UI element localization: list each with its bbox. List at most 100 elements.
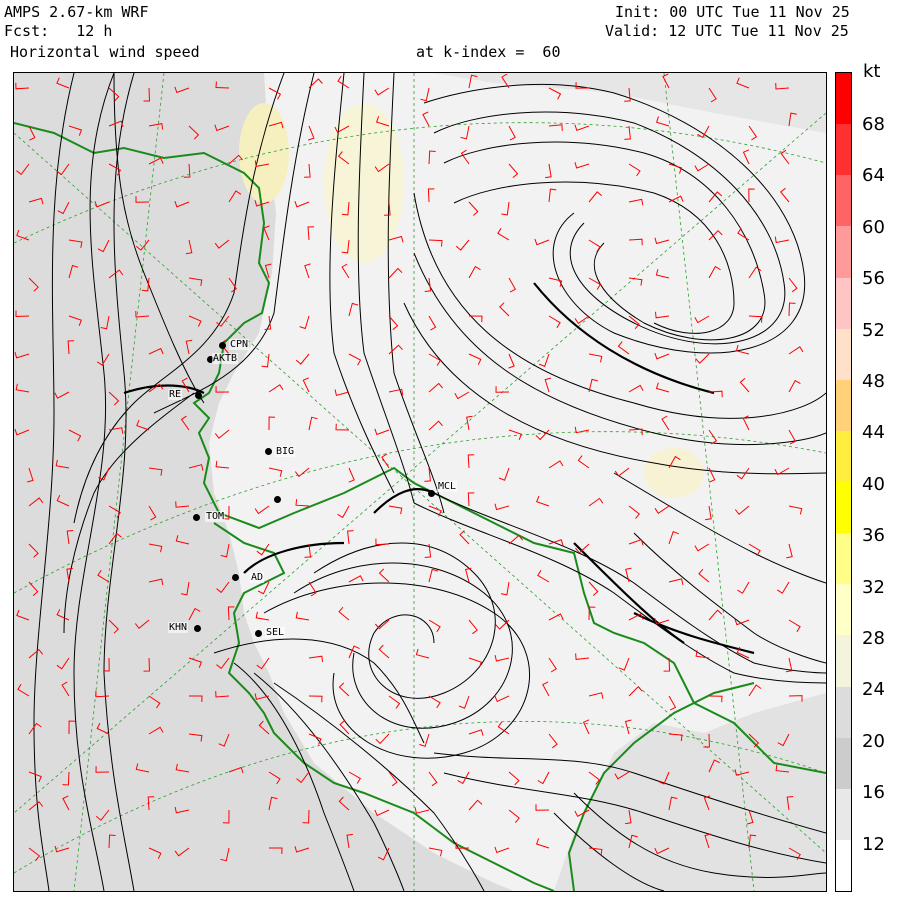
forecast-hours: 12 h	[76, 22, 113, 40]
wind-barb	[624, 125, 631, 140]
valid-label: Valid:	[605, 22, 660, 40]
wind-barb	[655, 116, 670, 127]
wind-barb	[294, 201, 310, 208]
colorbar-segment	[836, 175, 851, 227]
wind-barb	[348, 353, 362, 366]
wind-barb	[348, 645, 360, 659]
colorbar-tick-label: 24	[862, 679, 885, 701]
wind-barb	[508, 771, 520, 786]
wind-barb	[534, 238, 550, 246]
wind-barb	[254, 505, 270, 515]
colorbar-tick-label: 48	[862, 371, 885, 392]
wind-barb	[617, 341, 630, 355]
wind-barb	[535, 804, 550, 811]
colorbar-segment	[836, 430, 851, 482]
wind-barb	[548, 733, 558, 749]
wind-barb	[748, 684, 762, 697]
wind-barb	[498, 467, 510, 481]
wind-barb	[468, 353, 482, 366]
wind-barb	[588, 692, 604, 699]
wind-barb	[428, 315, 437, 331]
wind-barb	[347, 530, 354, 545]
wind-barb	[655, 311, 670, 319]
colorbar-segment	[836, 533, 851, 585]
wind-barb	[428, 382, 443, 393]
wind-barb	[348, 467, 355, 483]
wind-barb	[428, 771, 438, 787]
station-dot	[219, 342, 226, 349]
colorbar	[835, 72, 852, 892]
wind-barb	[574, 315, 590, 325]
wind-barb	[736, 646, 750, 659]
wind-barb	[694, 163, 710, 172]
high-wind-zone	[239, 103, 289, 203]
wind-barb	[494, 503, 510, 511]
wind-barb	[466, 415, 473, 431]
station-label: AKTB	[212, 353, 239, 364]
wind-barb	[535, 838, 550, 849]
colorbar-segment	[836, 839, 851, 891]
wind-barb	[341, 263, 350, 279]
wind-barb	[304, 163, 311, 178]
wind-barb	[374, 87, 390, 96]
wind-barb	[537, 570, 550, 583]
wind-barb	[628, 163, 641, 177]
wind-barb	[308, 695, 323, 703]
init-label: Init:	[615, 3, 661, 21]
wind-barb	[215, 460, 230, 469]
colorbar-tick-label: 60	[862, 216, 885, 238]
wind-barb	[668, 578, 684, 585]
wind-barb	[460, 149, 470, 165]
wind-barb	[494, 846, 510, 854]
wind-barb	[548, 460, 564, 469]
forecast-line: Fcst: 12 h	[4, 23, 112, 39]
wind-barb	[739, 378, 750, 393]
wind-barb	[508, 353, 515, 369]
station-dot	[232, 574, 239, 581]
wind-barb	[388, 344, 403, 355]
wind-barb	[695, 353, 710, 364]
wind-barb	[574, 124, 590, 132]
station-dot	[193, 514, 200, 521]
wind-barb	[295, 499, 310, 507]
wind-barb	[708, 390, 723, 398]
colorbar-segment	[836, 788, 851, 840]
wind-barb	[255, 611, 270, 621]
wind-barb	[338, 682, 350, 697]
wind-barb	[788, 302, 796, 317]
wind-barb	[508, 277, 517, 293]
wind-barb	[663, 657, 671, 672]
wind-barb	[388, 505, 403, 515]
wind-barb	[499, 302, 510, 317]
wind-barb	[428, 239, 443, 247]
colorbar-segment	[836, 482, 851, 534]
wind-barb	[624, 719, 632, 735]
wind-barb	[695, 650, 710, 659]
wind-barb	[708, 695, 723, 703]
wind-barb	[348, 575, 364, 583]
wind-barb	[308, 655, 323, 663]
wind-barb	[268, 416, 276, 431]
colorbar-segment	[836, 686, 851, 738]
wind-barb	[424, 277, 432, 292]
colorbar-tick-label: 32	[862, 576, 885, 598]
colorbar-tick-label: 68	[862, 114, 885, 135]
colorbar-segment	[836, 124, 851, 176]
colorbar-tick-label: 52	[862, 319, 885, 341]
wind-barb	[628, 315, 640, 330]
wind-barb	[548, 87, 562, 100]
wind-barb	[708, 609, 723, 621]
wind-barb	[548, 657, 557, 673]
wind-barb	[468, 265, 481, 279]
wind-barb	[545, 163, 552, 179]
wind-barb	[777, 581, 790, 594]
wind-barb	[628, 238, 643, 246]
wind-barb	[788, 379, 801, 393]
station-label: KHN	[168, 622, 189, 633]
wind-barb	[508, 163, 519, 178]
colorbar-tick-label: 28	[862, 628, 885, 649]
wind-barb	[588, 353, 603, 363]
wind-barb	[497, 228, 510, 241]
wind-barb	[495, 386, 510, 393]
wind-barb	[268, 87, 282, 100]
